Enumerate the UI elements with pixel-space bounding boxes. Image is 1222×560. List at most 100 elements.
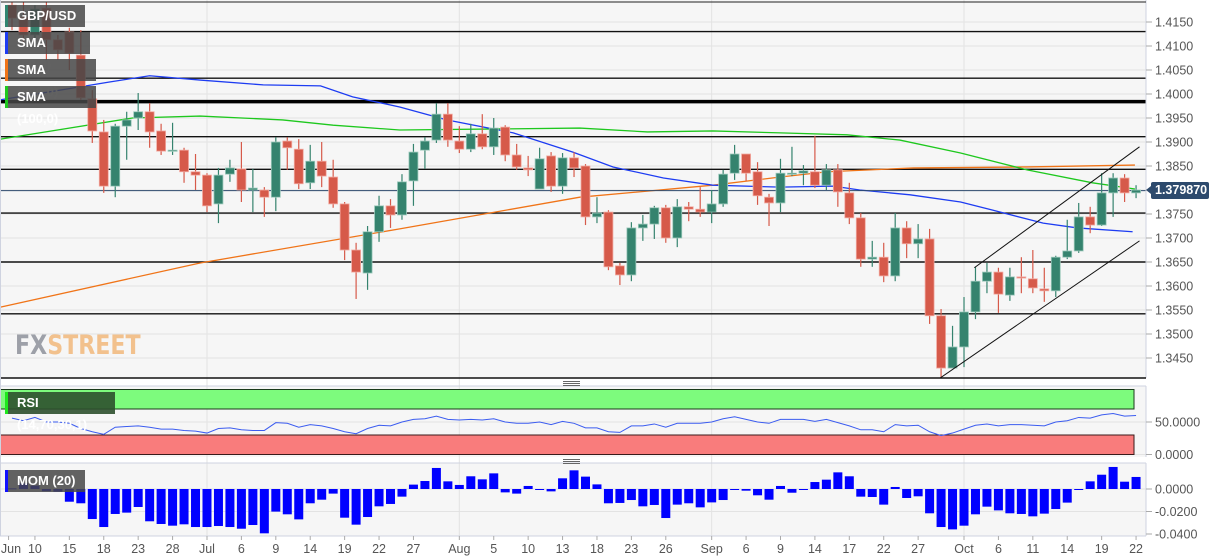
price-tick-label: 1.4000 — [1155, 88, 1193, 102]
candle-body — [442, 113, 453, 141]
mom-bar — [305, 489, 315, 504]
date-tick-label: Oct — [954, 542, 974, 556]
date-tick-label: 5 — [490, 542, 497, 556]
legend-rsi[interactable]: RSI (14,70,30,1) — [5, 392, 115, 432]
candle-body — [729, 153, 740, 174]
mom-bar — [718, 489, 728, 501]
mom-bar — [993, 489, 1003, 511]
legend-color-swatch — [5, 59, 8, 81]
candle-body — [500, 126, 511, 156]
mom-bar — [764, 489, 774, 500]
mom-bar — [351, 489, 361, 525]
mom-bar — [408, 484, 418, 489]
mom-bar — [695, 489, 705, 508]
candle-body — [787, 172, 797, 175]
candle-body — [351, 249, 362, 273]
price-tick-label: 1.4050 — [1155, 64, 1193, 78]
candle-body — [832, 169, 843, 193]
price-tick-label: 1.3450 — [1155, 352, 1193, 366]
candle-body — [98, 131, 109, 187]
date-tick-label: 23 — [131, 542, 145, 556]
rsi-resize-handle[interactable] — [563, 381, 580, 386]
mom-bar — [431, 467, 441, 489]
candle-body — [465, 133, 476, 150]
date-tick-label: 17 — [842, 542, 856, 556]
candle-body — [580, 165, 591, 218]
mom-tick-label: -0.0200 — [1155, 505, 1197, 519]
candle-body — [488, 127, 499, 148]
candle — [936, 309, 946, 378]
mom-bar — [374, 489, 384, 507]
candle — [546, 152, 556, 192]
mom-bar — [730, 489, 740, 490]
candle-body — [603, 211, 614, 268]
candle-body — [890, 227, 901, 277]
candle-body — [947, 346, 958, 369]
last-price-badge: 1.379870 — [1146, 182, 1209, 199]
legend-gbpusd[interactable]: GBP/USD — [5, 5, 85, 27]
candle-body — [660, 207, 671, 239]
legend-color-swatch — [5, 32, 8, 54]
candle-body — [1119, 177, 1130, 194]
legend-sma-50[interactable]: SMA (50,0) — [5, 32, 90, 72]
candle-body — [247, 187, 258, 191]
candle-body — [305, 160, 316, 184]
mom-bar — [236, 489, 246, 529]
candle-body — [855, 217, 866, 260]
legend-sma-200[interactable]: SMA (200,0) — [5, 59, 96, 99]
candle-body — [982, 271, 992, 282]
mom-bar — [707, 489, 717, 503]
candle-body — [167, 149, 178, 152]
mom-bar — [787, 489, 797, 493]
candle-body — [270, 141, 281, 198]
candle-body — [1004, 276, 1015, 296]
mom-bar — [913, 489, 923, 497]
date-tick-label: 18 — [590, 542, 604, 556]
candle-body — [133, 111, 144, 119]
overbought-band — [0, 389, 1135, 410]
legend-mom[interactable]: MOM (20) — [5, 470, 85, 492]
mom-bar — [466, 476, 476, 489]
mom-bar — [512, 489, 522, 494]
candle-body — [144, 111, 155, 133]
candle-body — [110, 125, 121, 187]
candle-body — [202, 174, 212, 207]
mom-bar — [1062, 489, 1072, 503]
candle-body — [1062, 250, 1073, 258]
date-tick-label: 18 — [97, 542, 111, 556]
rsi-tick-label: 50.0000 — [1155, 416, 1200, 430]
mom-bar — [156, 489, 166, 524]
mom-bar — [179, 489, 189, 525]
candle-body — [557, 157, 568, 187]
mom-bar — [925, 489, 935, 514]
candle-body — [924, 238, 935, 317]
mom-bar — [1085, 481, 1095, 489]
mom-bar — [775, 485, 785, 489]
mom-bar — [741, 489, 751, 491]
date-tick-label: 19 — [1095, 542, 1109, 556]
candle-body — [764, 196, 774, 204]
candle-body — [867, 256, 878, 260]
mom-bar — [615, 489, 625, 503]
candle-body — [878, 256, 889, 277]
date-tick-label: Jun — [1, 542, 21, 556]
mom-bar — [133, 489, 143, 507]
candle-body — [970, 280, 981, 313]
candle-body — [1027, 278, 1038, 289]
candle-body — [420, 140, 430, 151]
candle-body — [592, 212, 602, 218]
main-panel — [0, 0, 1146, 378]
candle-body — [775, 172, 786, 204]
mom-bar — [810, 482, 820, 489]
mom-bar — [833, 472, 843, 489]
legend-sma-100[interactable]: SMA (100,0) — [5, 86, 96, 126]
candle-body — [1096, 192, 1107, 226]
candle-body — [718, 173, 729, 205]
legend-color-swatch — [5, 392, 8, 414]
mom-bar — [363, 489, 373, 518]
candle — [603, 210, 614, 271]
mom-bar — [340, 489, 350, 518]
mom-bar — [145, 489, 155, 522]
candle-body — [236, 168, 247, 191]
candle-body — [649, 207, 660, 225]
